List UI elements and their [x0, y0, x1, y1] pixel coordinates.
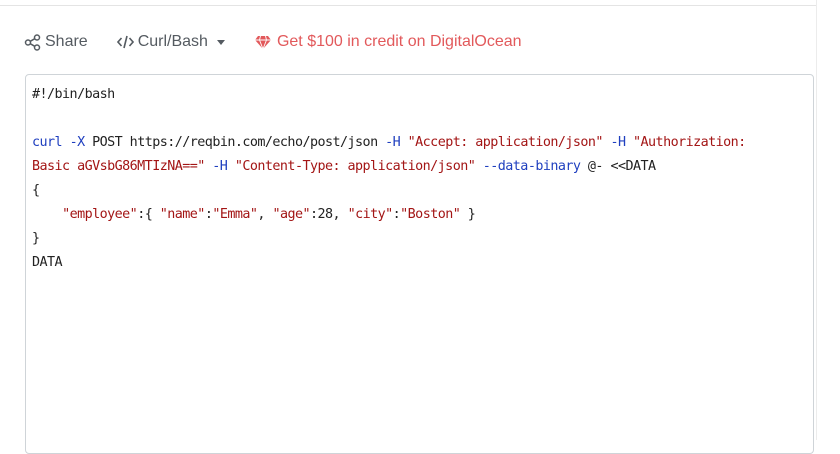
- json-close: }: [460, 207, 476, 222]
- json-key-employee: "employee": [62, 207, 138, 222]
- curl-command: curl: [32, 135, 63, 150]
- flag-h-auth: -H: [610, 135, 626, 150]
- language-dropdown[interactable]: Curl/Bash: [116, 33, 225, 51]
- flag-h-content-type: -H: [212, 159, 228, 174]
- code-line-curl-wrap: Basic aGVsbG86MTIzNA==" -H "Content-Type…: [32, 155, 746, 179]
- digitalocean-promo-link[interactable]: Get $100 in credit on DigitalOcean: [254, 33, 522, 51]
- share-label: Share: [45, 33, 88, 50]
- json-value-city: "Boston": [400, 207, 461, 222]
- header-accept: "Accept: application/json": [407, 135, 604, 150]
- json-key-name: "name": [159, 207, 206, 222]
- code-line-json: "employee":{ "name":"Emma", "age":28, "c…: [32, 203, 746, 227]
- header-auth-start: "Authorization:: [633, 135, 746, 150]
- share-button[interactable]: Share: [24, 33, 88, 51]
- gem-icon: [254, 35, 271, 49]
- json-key-city: "city": [347, 207, 394, 222]
- code-line-heredoc-end: DATA: [32, 251, 746, 275]
- code-content: #!/bin/bash curl -X POST https://reqbin.…: [32, 83, 746, 275]
- code-line-brace-open: {: [32, 179, 746, 203]
- code-editor[interactable]: #!/bin/bash curl -X POST https://reqbin.…: [25, 74, 814, 454]
- code-line-brace-close: }: [32, 227, 746, 251]
- code-line-shebang: #!/bin/bash: [32, 83, 746, 107]
- json-sep-1: :{: [137, 207, 160, 222]
- code-line-curl: curl -X POST https://reqbin.com/echo/pos…: [32, 131, 746, 155]
- share-icon: [24, 33, 41, 51]
- brace-open: {: [32, 183, 40, 198]
- json-comma: ,: [257, 207, 273, 222]
- flag-x: -X: [69, 135, 86, 150]
- promo-label: Get $100 in credit on DigitalOcean: [276, 33, 522, 50]
- caret-down-icon: [216, 39, 225, 45]
- flag-data-binary: --data-binary: [482, 159, 581, 174]
- brace-close: }: [32, 231, 40, 246]
- header-auth-end: Basic aGVsbG86MTIzNA==": [32, 159, 205, 174]
- shebang-text: #!/bin/bash: [32, 87, 115, 102]
- code-toolbar: Share Curl/Bash Get $100 in credit on Di…: [24, 30, 522, 54]
- panel-edge: [816, 0, 817, 440]
- json-value-age: :28,: [310, 207, 348, 222]
- heredoc-start: @- <<DATA: [587, 159, 656, 174]
- language-label: Curl/Bash: [137, 33, 208, 50]
- flag-h-accept: -H: [385, 135, 401, 150]
- header-content-type: "Content-Type: application/json": [234, 159, 476, 174]
- json-key-age: "age": [272, 207, 310, 222]
- top-divider: [0, 5, 816, 6]
- heredoc-end: DATA: [32, 255, 63, 270]
- method-url: POST https://reqbin.com/echo/post/json: [92, 135, 378, 150]
- code-icon: [116, 35, 134, 49]
- json-value-name: "Emma": [212, 207, 258, 222]
